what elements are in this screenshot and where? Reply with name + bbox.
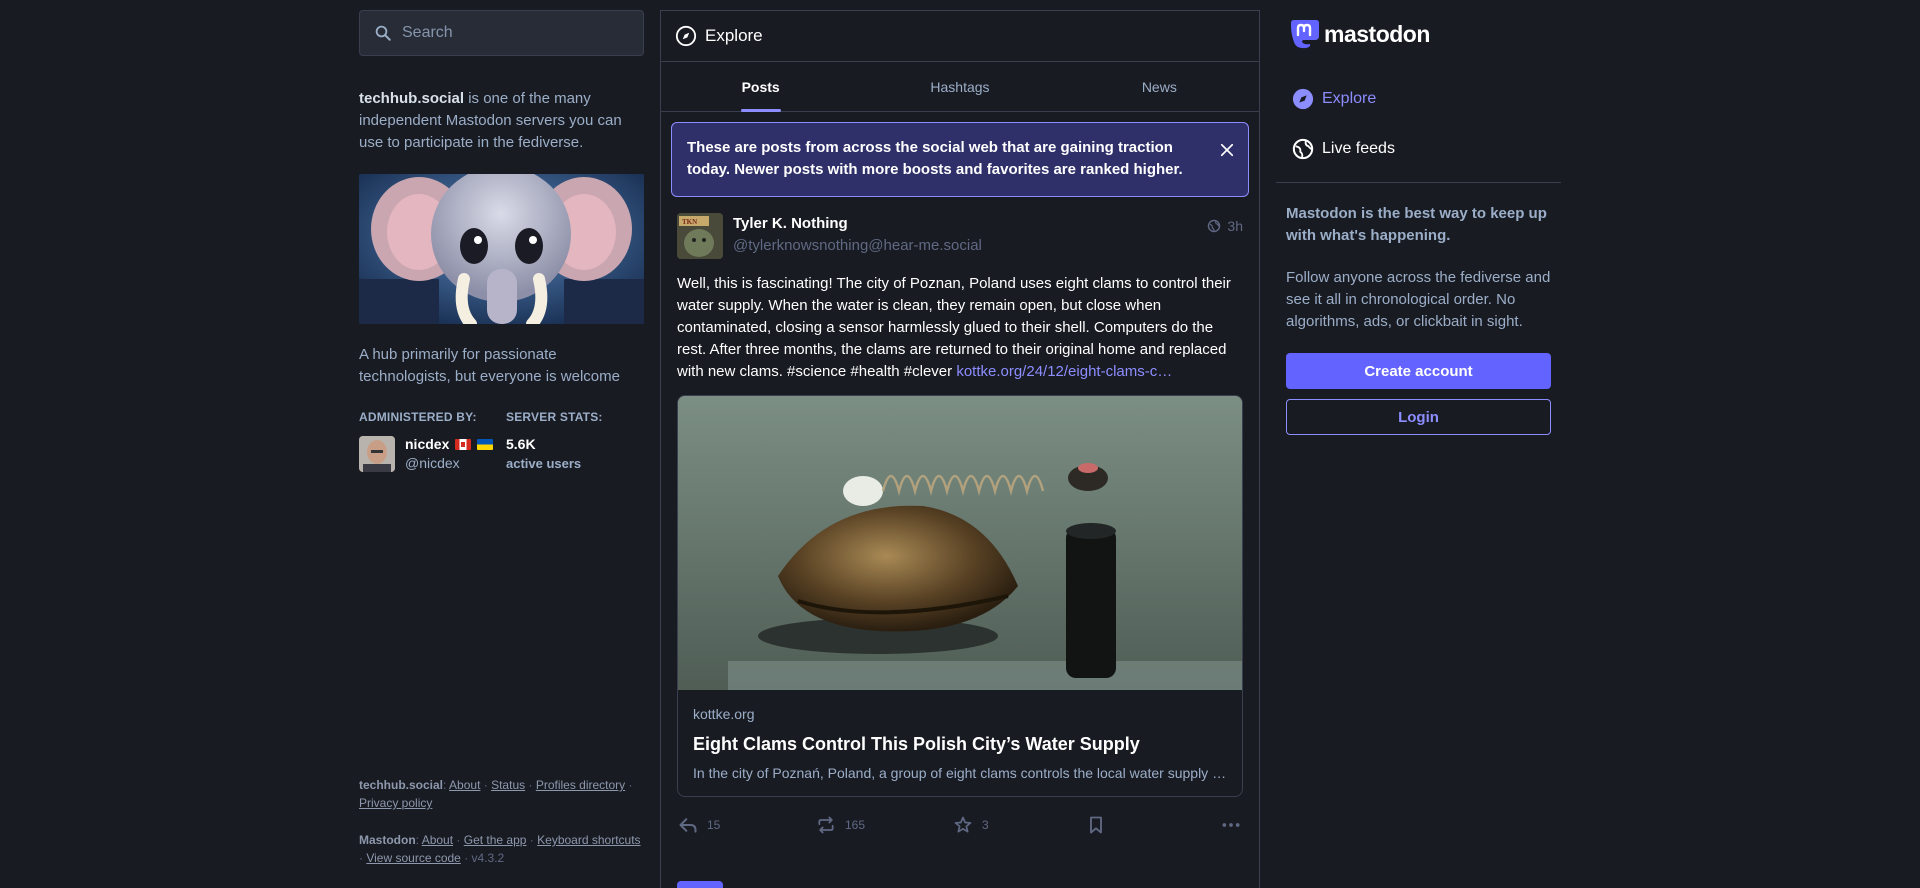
bookmark-icon xyxy=(1090,816,1102,834)
create-account-button[interactable]: Create account xyxy=(1286,353,1551,389)
nav-explore-label: Explore xyxy=(1322,90,1377,107)
administered-by-heading: ADMINISTERED BY: xyxy=(359,410,477,424)
link-preview-domain: kottke.org xyxy=(693,706,755,722)
footer-keyboard-shortcuts-link[interactable]: Keyboard shortcuts xyxy=(537,833,640,847)
globe-icon xyxy=(1208,219,1221,233)
link-preview-image xyxy=(678,396,1242,690)
svg-text:TKN: TKN xyxy=(682,218,697,226)
brand-name: mastodon xyxy=(1324,20,1430,47)
compass-icon xyxy=(1292,88,1314,110)
footer-status-link[interactable]: Status xyxy=(491,778,525,792)
boost-count: 165 xyxy=(845,818,866,832)
favorite-count: 3 xyxy=(982,818,989,832)
footer-profiles-directory-link[interactable]: Profiles directory xyxy=(536,778,625,792)
page: techhub.social is one of the many indepe… xyxy=(0,0,1920,888)
nav-live-feeds[interactable]: Live feeds xyxy=(1292,138,1395,160)
compass-icon xyxy=(675,25,697,47)
footer-version: v4.3.2 xyxy=(471,851,505,865)
server-name: techhub.social xyxy=(359,90,465,107)
footer-mastodon-label: Mastodon xyxy=(359,833,416,847)
footer-source-code-link[interactable]: View source code xyxy=(366,851,461,865)
boost-icon xyxy=(818,816,834,834)
mastodon-logo[interactable]: mastodon xyxy=(1290,18,1430,50)
mastodon-logo-icon xyxy=(1291,20,1319,49)
close-icon[interactable] xyxy=(1218,141,1236,159)
admin-handle[interactable]: @nicdex xyxy=(405,455,460,471)
sidebar-divider xyxy=(1276,182,1561,183)
post-timestamp[interactable]: 3h xyxy=(1207,218,1243,234)
footer-server-about-link[interactable]: About xyxy=(449,778,480,792)
active-users-label: active users xyxy=(506,456,582,471)
server-about: techhub.social is one of the many indepe… xyxy=(359,88,644,154)
admin-name[interactable]: nicdex xyxy=(405,436,494,452)
author-avatar[interactable]: TKN xyxy=(677,213,723,259)
left-column: techhub.social is one of the many indepe… xyxy=(359,10,644,888)
post-time-text: 3h xyxy=(1227,218,1243,234)
tab-posts[interactable]: Posts xyxy=(661,62,860,112)
explore-tabs: Posts Hashtags News xyxy=(661,62,1259,112)
reply-button[interactable]: 15 xyxy=(677,815,720,835)
trending-notice: These are posts from across the social w… xyxy=(671,122,1249,197)
search-icon xyxy=(375,25,391,41)
sign-up-pitch-title: Mastodon is the best way to keep up with… xyxy=(1286,205,1547,244)
server-description: A hub primarily for passionate technolog… xyxy=(359,346,620,385)
nav-live-feeds-label: Live feeds xyxy=(1322,140,1395,157)
sign-up-pitch-body: Follow anyone across the fediverse and s… xyxy=(1286,269,1551,330)
admin-avatar[interactable] xyxy=(359,436,395,472)
footer-server-name: techhub.social xyxy=(359,778,444,792)
server-stats-heading: SERVER STATS: xyxy=(506,410,603,424)
mastodon-footer: Mastodon: About · Get the app · Keyboard… xyxy=(359,833,641,865)
column-title: Explore xyxy=(705,26,763,45)
server-hero-image xyxy=(359,174,644,324)
next-post-avatar[interactable] xyxy=(677,881,723,888)
explore-column: Explore Posts Hashtags News These are po… xyxy=(660,10,1260,888)
right-sidebar: mastodon Explore Live feeds Mastodon is … xyxy=(1276,10,1561,888)
login-button[interactable]: Login xyxy=(1286,399,1551,435)
post-link[interactable]: kottke.org/24/12/eight-clams-c… xyxy=(956,363,1172,380)
search-box[interactable] xyxy=(359,10,644,56)
post-header: TKN Tyler K. Nothing @tylerknowsnothing@… xyxy=(677,213,1243,261)
nav-explore[interactable]: Explore xyxy=(1292,88,1376,110)
footer-privacy-policy-link[interactable]: Privacy policy xyxy=(359,796,432,810)
footer-mastodon-about-link[interactable]: About xyxy=(422,833,453,847)
more-icon xyxy=(1222,823,1240,827)
reply-icon xyxy=(679,818,697,833)
link-preview-title: Eight Clams Control This Polish City’s W… xyxy=(693,734,1140,754)
server-footer: techhub.social: About · Status · Profile… xyxy=(359,778,633,810)
star-icon xyxy=(954,816,972,833)
bookmark-button[interactable] xyxy=(1086,815,1106,835)
footer-get-app-link[interactable]: Get the app xyxy=(464,833,527,847)
globe-icon xyxy=(1292,138,1314,160)
ukraine-flag-icon xyxy=(477,438,494,450)
boost-button[interactable]: 165 xyxy=(815,815,865,835)
search-input[interactable] xyxy=(402,24,632,42)
admin-name-text: nicdex xyxy=(405,436,450,452)
active-users-count: 5.6K xyxy=(506,436,536,452)
author-handle[interactable]: @tylerknowsnothing@hear-me.social xyxy=(733,235,982,257)
reply-count: 15 xyxy=(707,818,721,832)
link-preview-description: In the city of Poznań, Poland, a group o… xyxy=(693,765,1227,781)
tab-news[interactable]: News xyxy=(1060,62,1259,111)
link-preview-card[interactable]: kottke.org Eight Clams Control This Poli… xyxy=(677,395,1243,797)
trending-notice-text: These are posts from across the social w… xyxy=(687,139,1183,178)
more-options-button[interactable] xyxy=(1221,815,1241,835)
author-name[interactable]: Tyler K. Nothing xyxy=(733,213,982,235)
favorite-button[interactable]: 3 xyxy=(952,815,989,835)
post-actions: 15 165 3 xyxy=(677,797,1243,853)
status-post[interactable]: TKN Tyler K. Nothing @tylerknowsnothing@… xyxy=(661,197,1259,853)
tab-hashtags[interactable]: Hashtags xyxy=(860,62,1059,111)
post-content: Well, this is fascinating! The city of P… xyxy=(677,273,1243,383)
canada-flag-icon xyxy=(455,438,472,450)
column-header: Explore xyxy=(661,11,1259,62)
